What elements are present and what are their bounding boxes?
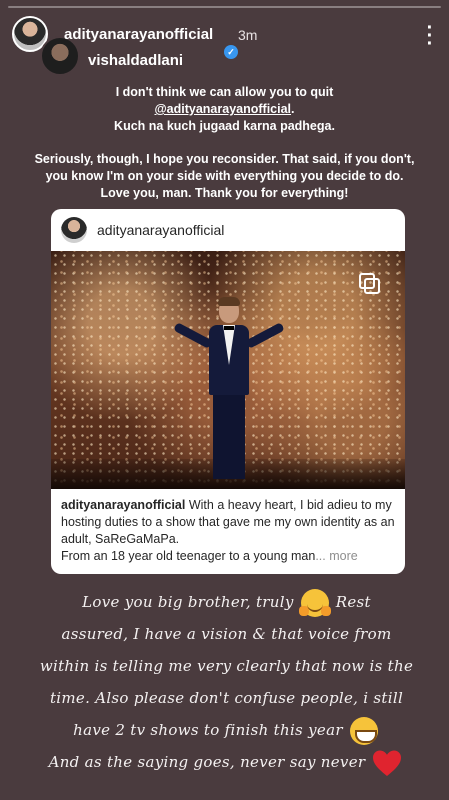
caption-username[interactable]: adityanarayanofficial	[61, 498, 185, 512]
post-caption: adityanarayanofficial With a heavy heart…	[61, 498, 395, 563]
multiple-images-icon	[359, 273, 381, 295]
verified-badge-icon: ✓	[224, 45, 238, 59]
message-line: I don't think we can allow you to quit	[115, 85, 334, 99]
message-line: @adityanarayanofficial.	[154, 102, 295, 116]
post-username[interactable]: adityanarayanofficial	[97, 222, 224, 238]
hugging-face-emoji-icon	[298, 589, 331, 617]
overlay-line: have 2 tv shows to finish this year	[16, 714, 437, 746]
reshared-username[interactable]: vishaldadlani	[88, 52, 183, 69]
grinning-face-emoji-icon	[349, 717, 378, 745]
caption-text-line2: From an 18 year old teenager to a young …	[61, 549, 316, 563]
host-figure	[173, 297, 285, 489]
story-timestamp: 3m	[238, 27, 258, 43]
caption-more-link[interactable]: more	[329, 549, 357, 563]
message-paragraph: Seriously, though, I hope you reconsider…	[34, 152, 415, 200]
overlay-line: assured, I have a vision & that voice fr…	[61, 625, 392, 643]
post-photo[interactable]	[51, 251, 405, 489]
shared-post-card[interactable]: adityanarayanofficial adityanarayanoffic…	[51, 209, 405, 574]
post-avatar[interactable]	[61, 217, 87, 243]
overlay-line: within is telling me very clearly that n…	[39, 657, 414, 675]
story-header: adityanarayanofficial 3m · · · vishaldadla…	[12, 16, 439, 76]
story-progress-bar	[8, 6, 441, 8]
mention-link[interactable]: @adityanarayanofficial	[154, 102, 291, 116]
overlay-line: Love you big brother, truly Rest	[16, 586, 437, 618]
story-message: I don't think we can allow you to quit @…	[30, 84, 419, 202]
overlay-line: And as the saying goes, never say never	[16, 746, 437, 778]
red-heart-emoji-icon	[372, 749, 402, 777]
message-line: Kuch na kuch jugaad karna padhega.	[114, 119, 335, 133]
story-overlay-text: Love you big brother, truly Rest assured…	[16, 586, 437, 778]
story-username[interactable]: adityanarayanofficial	[64, 26, 213, 43]
overlay-line: time. Also please don't confuse people, …	[49, 689, 404, 707]
more-dots-icon[interactable]: · · ·	[425, 18, 435, 54]
post-header: adityanarayanofficial	[61, 217, 395, 245]
